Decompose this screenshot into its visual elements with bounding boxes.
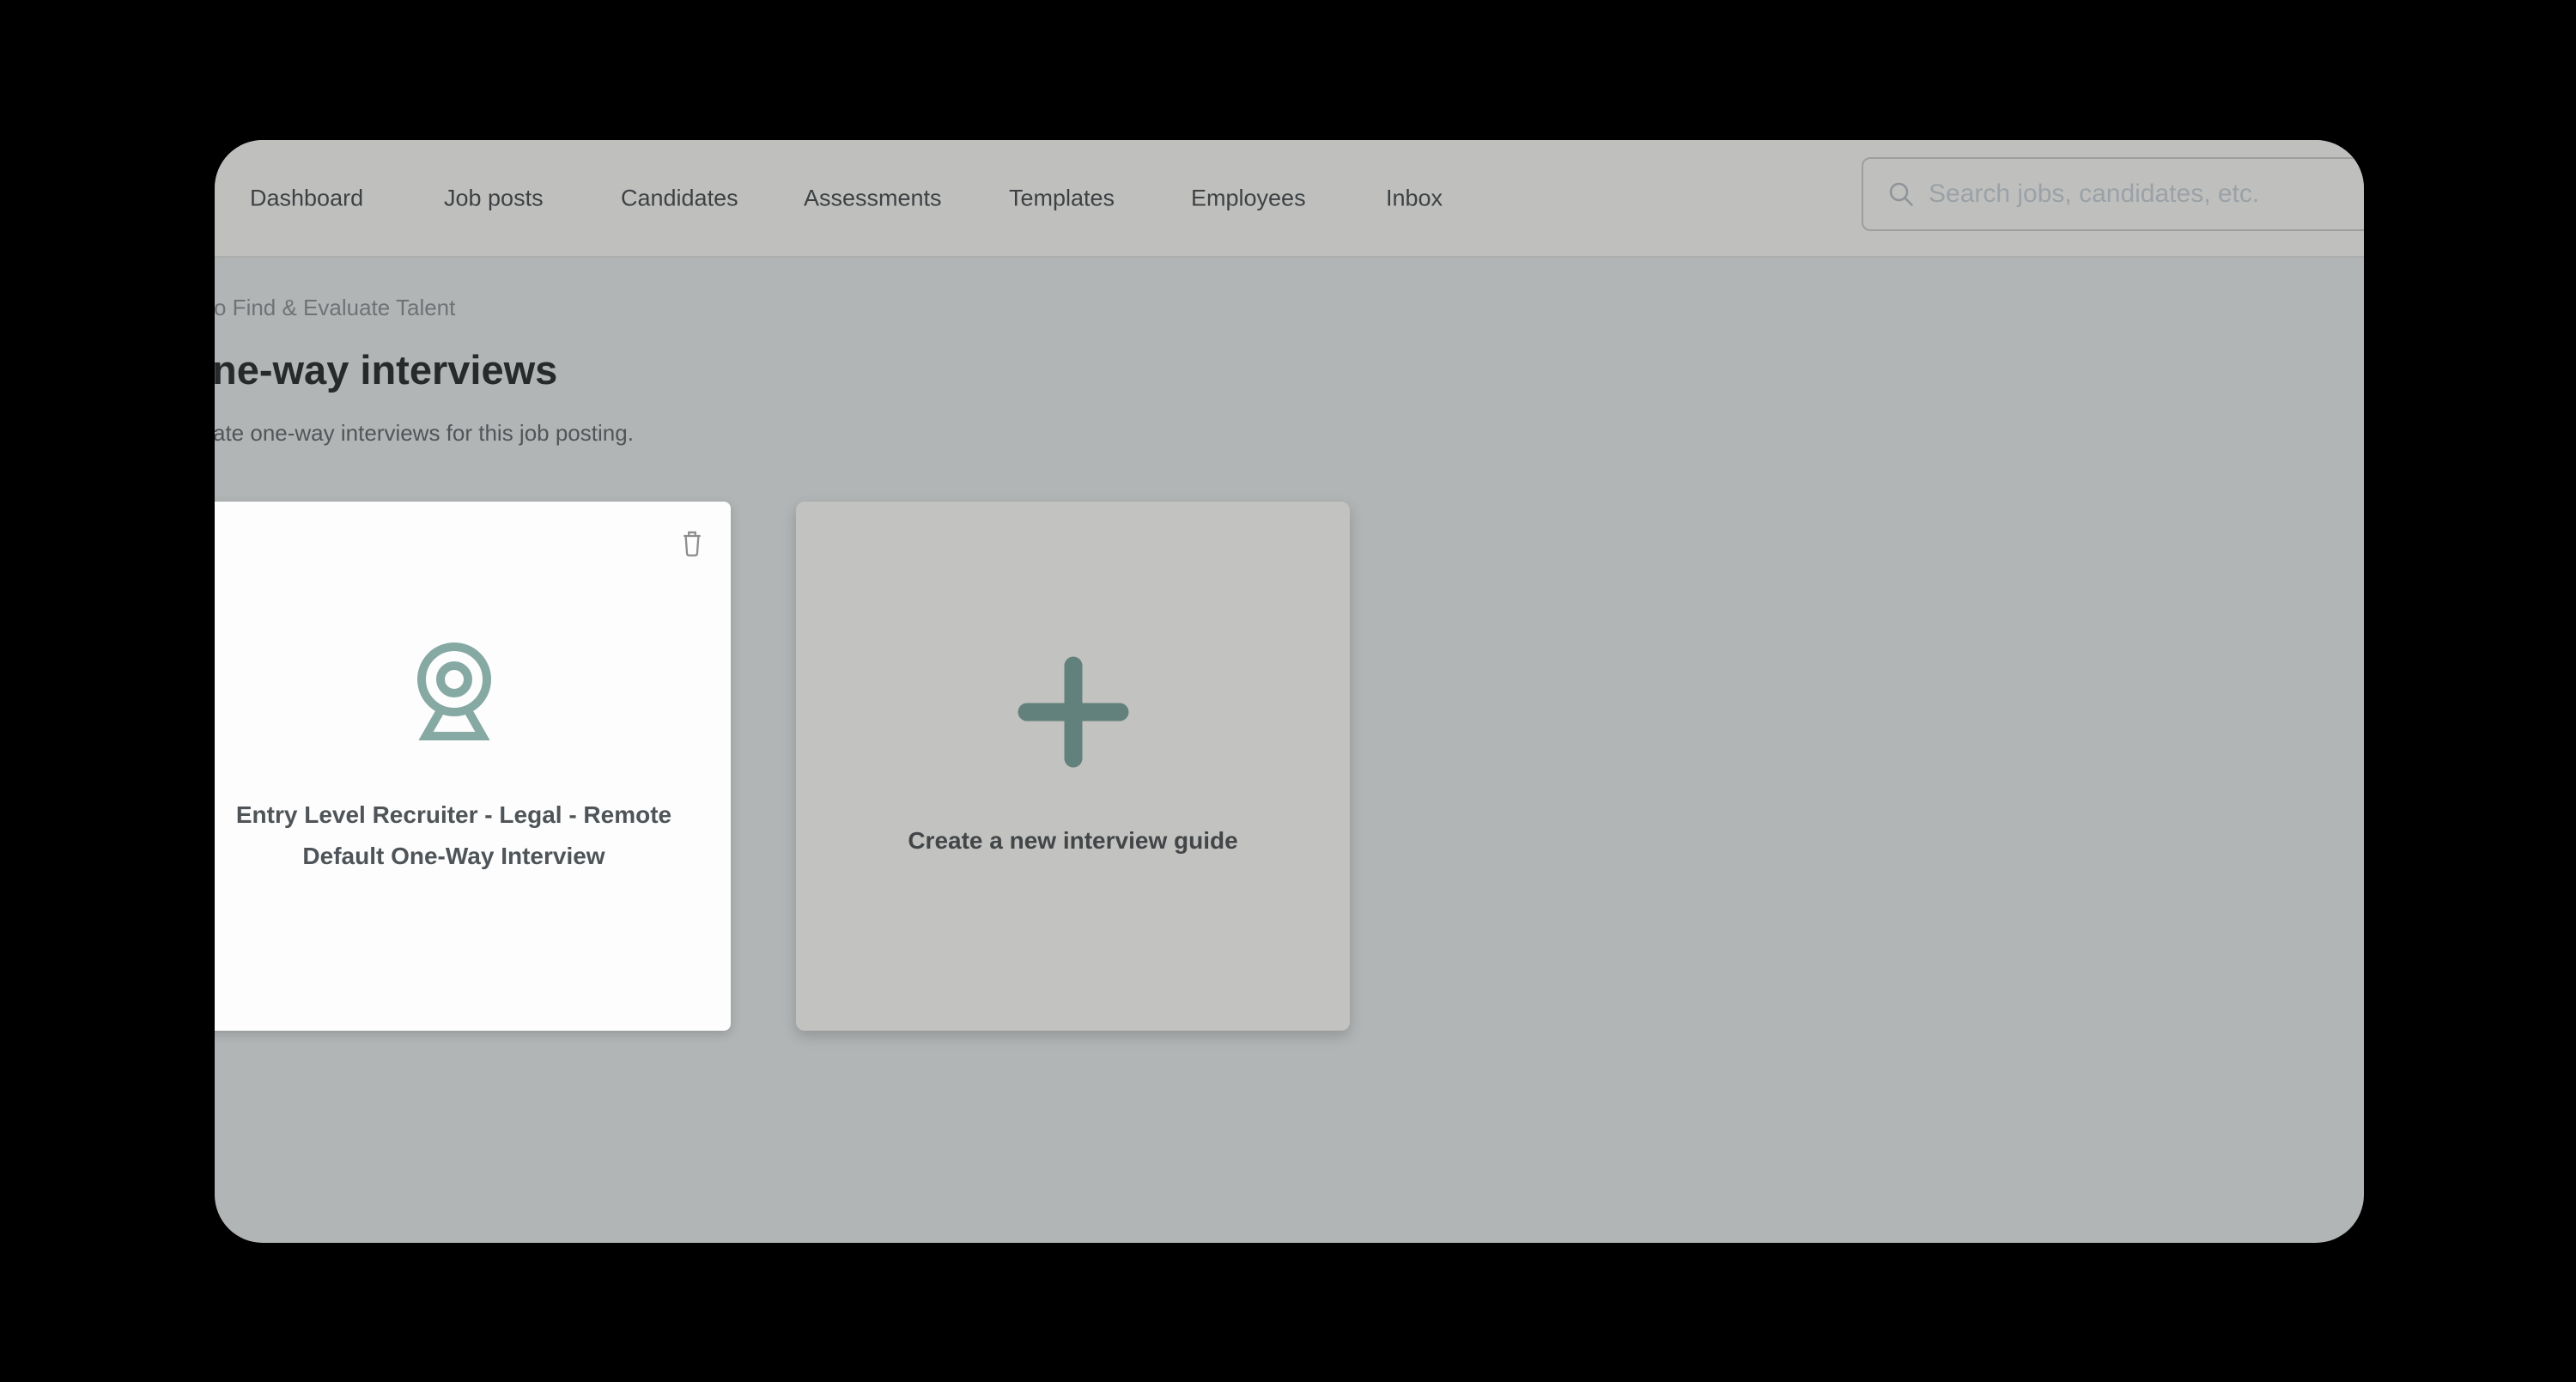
- interview-guide-title-line1: Entry Level Recruiter - Legal - Remote: [235, 801, 672, 828]
- nav-item-job-posts[interactable]: Job posts: [444, 185, 544, 211]
- trash-icon: [683, 531, 701, 557]
- nav-item-dashboard[interactable]: Dashboard: [250, 185, 363, 211]
- interview-guide-card[interactable]: Entry Level Recruiter - Legal - Remote D…: [215, 502, 731, 1031]
- search-input[interactable]: [1929, 180, 2364, 209]
- nav-item-employees[interactable]: Employees: [1191, 185, 1306, 211]
- interview-guide-title: Entry Level Recruiter - Legal - Remote D…: [215, 794, 731, 877]
- plus-icon: [1014, 653, 1133, 776]
- page-title: ne-way interviews: [215, 347, 558, 393]
- nav-item-assessments[interactable]: Assessments: [804, 185, 942, 211]
- page-subtitle: ate one-way interviews for this job post…: [215, 420, 634, 446]
- create-interview-guide-card[interactable]: Create a new interview guide: [796, 502, 1350, 1031]
- interview-guide-title-line2: Default One-Way Interview: [302, 843, 605, 869]
- delete-guide-button[interactable]: [677, 527, 707, 560]
- search-box[interactable]: [1862, 157, 2364, 231]
- top-navbar: Dashboard Job posts Candidates Assessmen…: [215, 140, 2364, 258]
- breadcrumb[interactable]: o Find & Evaluate Talent: [215, 295, 455, 321]
- nav-item-inbox[interactable]: Inbox: [1386, 185, 1443, 211]
- webcam-icon: [413, 637, 495, 748]
- nav-item-templates[interactable]: Templates: [1009, 185, 1115, 211]
- app-window: Dashboard Job posts Candidates Assessmen…: [215, 140, 2364, 1243]
- create-guide-label: Create a new interview guide: [908, 827, 1238, 854]
- search-icon: [1889, 182, 1913, 206]
- nav-item-candidates[interactable]: Candidates: [621, 185, 738, 211]
